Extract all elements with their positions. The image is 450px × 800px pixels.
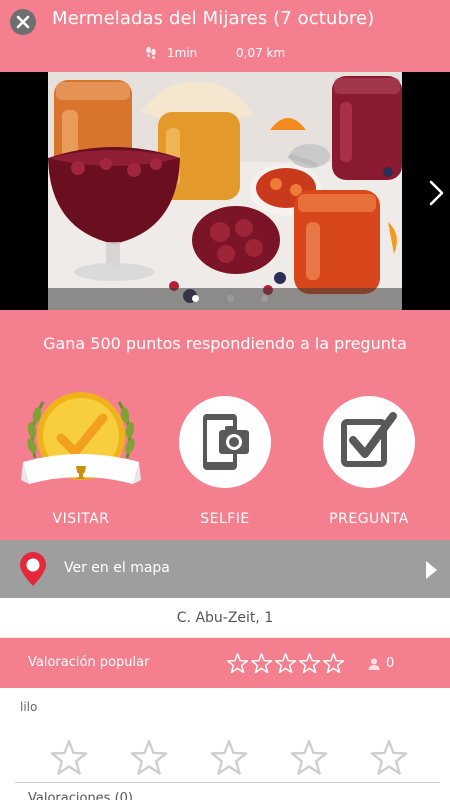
rating-count: 0 [368,656,394,671]
visit-action[interactable]: VISITAR [21,392,141,527]
slide-indicator [48,288,402,310]
star-icon[interactable] [209,738,249,778]
review-star-input[interactable] [49,738,409,778]
star-icon [298,652,321,674]
play-arrow-icon[interactable] [424,560,438,580]
photo-gallery[interactable] [0,72,450,310]
close-icon [16,15,30,29]
header-bar: Mermeladas del Mijares (7 octubre) 1min … [0,0,450,72]
rating-count-text: 0 [386,656,395,671]
question-action[interactable]: PREGUNTA [309,396,429,527]
selfie-label: SELFIE [200,511,250,527]
footprints-icon [146,46,156,59]
popular-rating-bar: Valoración popular 0 [0,638,450,688]
divider [15,782,440,783]
page-title: Mermeladas del Mijares (7 octubre) [52,8,375,29]
star-icon[interactable] [129,738,169,778]
slide-dot[interactable] [227,295,234,302]
star-icon [274,652,297,674]
jam-jars-photo [48,72,402,310]
popular-rating-stars [226,652,345,675]
visit-badge-icon [21,392,141,484]
review-section: lilo Valoraciones (0) [0,688,450,800]
popular-rating-label: Valoración popular [28,655,150,670]
star-icon[interactable] [49,738,89,778]
view-map-label: Ver en el mapa [64,560,170,576]
selfie-action[interactable]: SELFIE [165,396,285,527]
star-icon[interactable] [289,738,329,778]
walking-time-text: 1min [167,46,198,60]
view-map-row[interactable]: Ver en el mapa [0,540,450,598]
star-icon [322,652,345,674]
distance: 0,07 km [236,46,286,60]
star-icon[interactable] [369,738,409,778]
checkbox-icon [341,412,397,467]
reward-text: Gana 500 puntos respondiendo a la pregun… [43,334,407,353]
reward-section: Gana 500 puntos respondiendo a la pregun… [0,310,450,540]
address: C. Abu-Zeit, 1 [0,598,450,638]
map-pin-icon [20,552,46,586]
chevron-right-icon[interactable] [426,179,448,207]
visit-label: VISITAR [52,511,110,527]
star-icon [226,652,249,674]
question-label: PREGUNTA [329,511,409,527]
slide-dot-active[interactable] [192,295,199,302]
star-icon [250,652,273,674]
walking-time: 1min [145,45,197,61]
user-icon [368,658,380,670]
camera-phone-icon [203,414,249,470]
close-button[interactable] [10,9,36,35]
reviews-count: Valoraciones (0) [28,791,133,800]
selfie-circle[interactable] [179,396,271,488]
slide-dot[interactable] [261,295,268,302]
review-username: lilo [20,700,38,714]
question-circle[interactable] [323,396,415,488]
